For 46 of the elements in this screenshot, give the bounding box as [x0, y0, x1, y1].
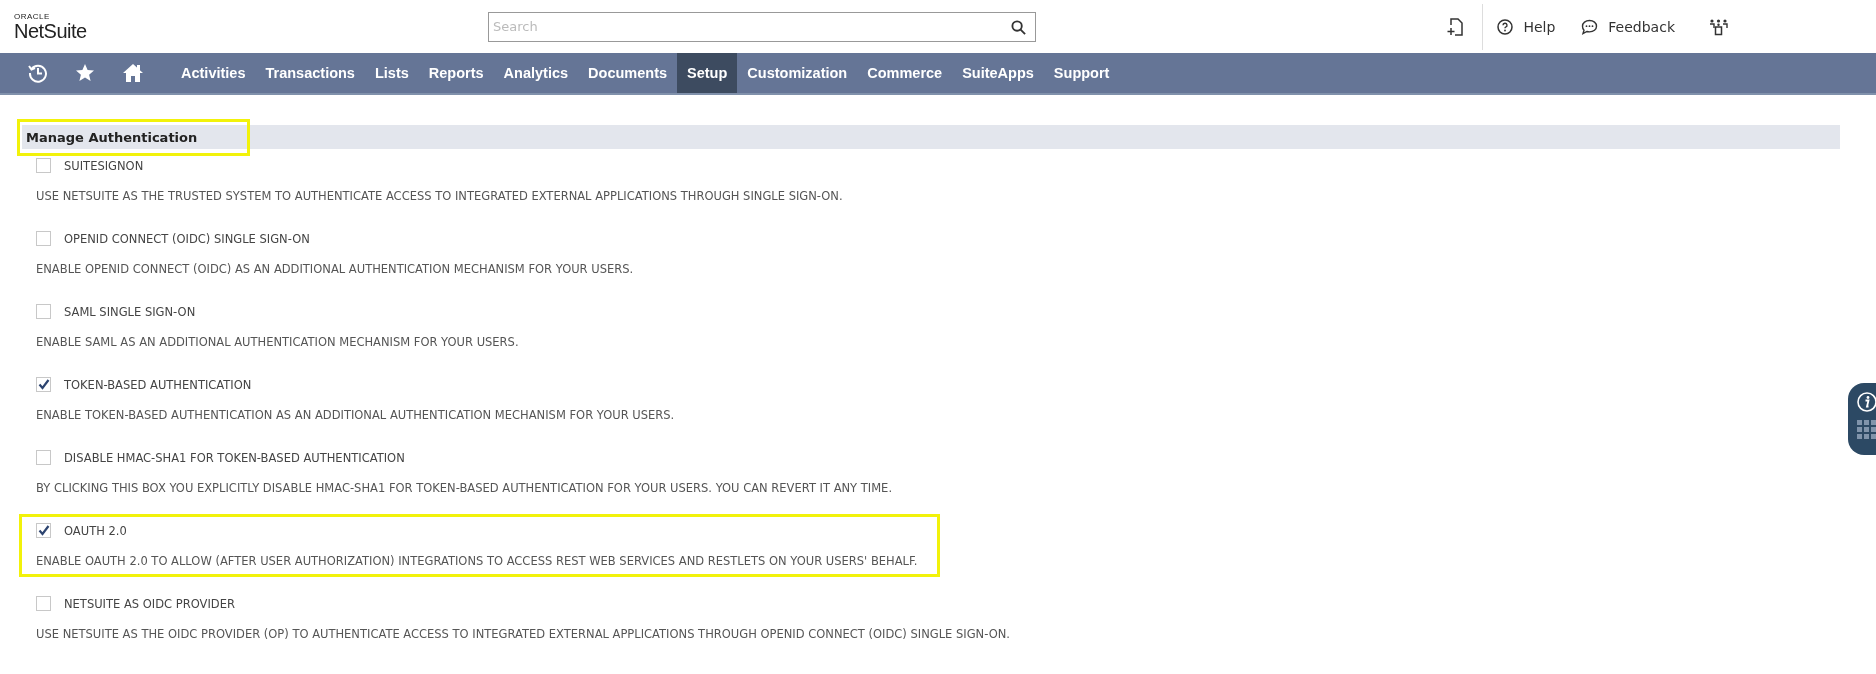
nav-tab[interactable]: Activities [171, 53, 256, 93]
checkbox[interactable] [36, 596, 51, 611]
search-field[interactable]: Search [488, 11, 1036, 42]
nav-tab[interactable]: Commerce [857, 53, 953, 93]
option-description: BY CLICKING THIS BOX YOU EXPLICITLY DISABLE HMAC-SHA1 FOR TOKEN-BASED AUTHENTICATION FOR YOUR USERS. YOU CAN REVERT IT ANY TIME. [36, 481, 893, 495]
option-label: SAML SINGLE SIGN-ON [64, 304, 196, 319]
people-icon[interactable] [1709, 17, 1728, 36]
option-label: DISABLE HMAC-SHA1 FOR TOKEN-BASED AUTHENTICATION [64, 450, 405, 465]
option-description: USE NETSUITE AS THE TRUSTED SYSTEM TO AUTHENTICATE ACCESS TO INTEGRATED EXTERNAL APPLICATIONS THROUGH SINGLE SIGN-ON. [36, 189, 843, 203]
checkbox[interactable] [36, 450, 51, 465]
checkbox[interactable] [36, 304, 51, 319]
recent-history-icon[interactable] [28, 63, 48, 83]
option-label: TOKEN-BASED AUTHENTICATION [64, 377, 252, 392]
logo-product: NetSuite [14, 20, 88, 41]
option-description: ENABLE SAML AS AN ADDITIONAL AUTHENTICATION MECHANISM FOR YOUR USERS. [36, 335, 519, 349]
section-title: Manage Authentication [17, 118, 251, 156]
checkbox[interactable] [36, 158, 51, 173]
add-document-icon[interactable] [1447, 17, 1465, 36]
option-label: NETSUITE AS OIDC PROVIDER [64, 596, 235, 611]
nav-tab[interactable]: Support [1043, 53, 1120, 93]
speech-bubble-icon [1581, 18, 1599, 35]
nav-tab[interactable]: Transactions [255, 53, 365, 93]
option-label: OAUTH 2.0 [64, 523, 127, 538]
nav-tab[interactable]: Lists [364, 53, 419, 93]
checkbox[interactable] [36, 231, 51, 246]
feedback-link[interactable]: Feedback [1581, 18, 1675, 35]
star-icon[interactable] [75, 63, 95, 83]
home-icon[interactable] [122, 63, 144, 83]
option-label: OPENID CONNECT (OIDC) SINGLE SIGN-ON [64, 231, 310, 246]
nav-tab[interactable]: Analytics [493, 53, 579, 93]
logo-brand: ORACLE [14, 12, 51, 21]
help-link[interactable]: Help [1497, 18, 1556, 35]
help-icon [1497, 18, 1514, 35]
option-description: ENABLE OPENID CONNECT (OIDC) AS AN ADDITIONAL AUTHENTICATION MECHANISM FOR YOUR USERS. [36, 262, 634, 276]
nav-tab[interactable]: Customization [737, 53, 858, 93]
option-description: USE NETSUITE AS THE OIDC PROVIDER (OP) TO AUTHENTICATE ACCESS TO INTEGRATED EXTERNAL APPLICATIONS THROUGH OPENID CONNECT (OIDC) SINGLE SIGN-ON. [36, 627, 1010, 641]
nav-tab[interactable]: SuiteApps [952, 53, 1044, 93]
option-description: ENABLE OAUTH 2.0 TO ALLOW (AFTER USER AUTHORIZATION) INTEGRATIONS TO ACCESS REST WEB SERVICES AND RESTLETS ON YOUR USERS' BEHALF. [36, 554, 918, 568]
search-icon [1011, 19, 1026, 35]
checkbox[interactable] [36, 377, 51, 392]
option-label: SUITESIGNON [64, 158, 144, 173]
nav-tab[interactable]: Reports [418, 53, 494, 93]
nav-tab[interactable]: Setup [677, 53, 738, 93]
option-description: ENABLE TOKEN-BASED AUTHENTICATION AS AN ADDITIONAL AUTHENTICATION MECHANISM FOR YOUR USERS. [36, 408, 675, 422]
nav-tab[interactable]: Documents [578, 53, 678, 93]
checkbox[interactable] [36, 523, 51, 538]
